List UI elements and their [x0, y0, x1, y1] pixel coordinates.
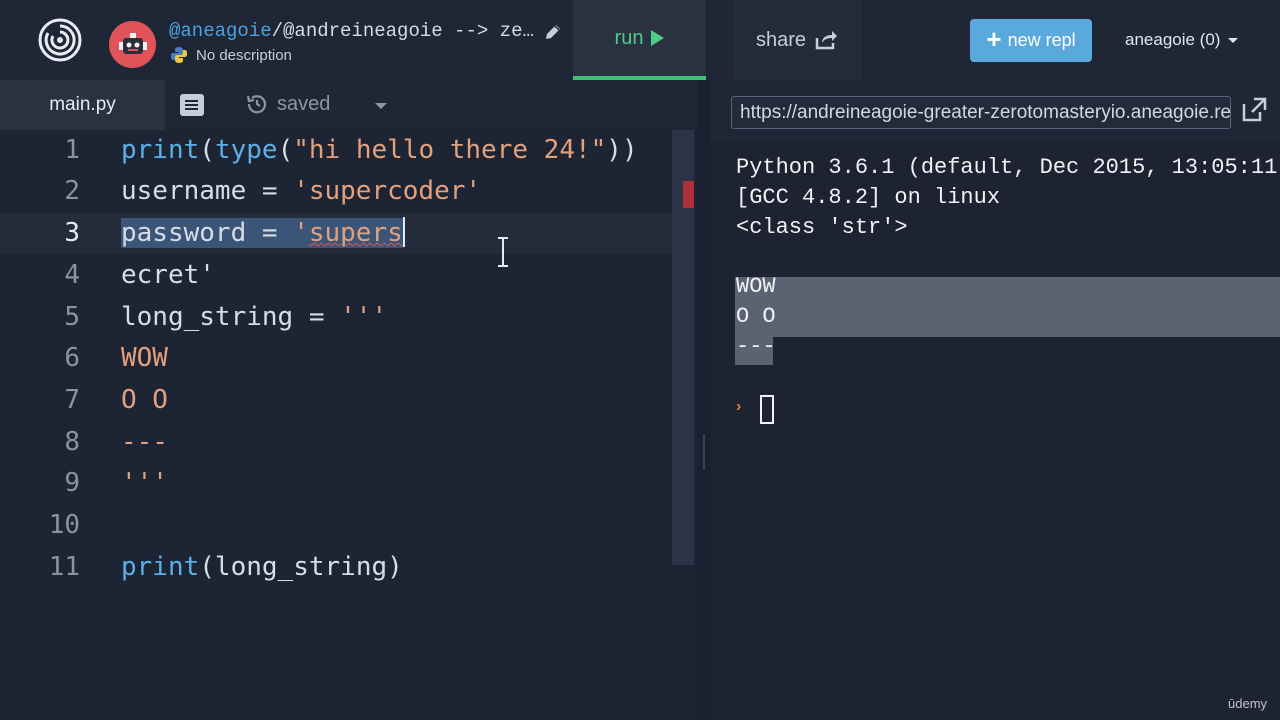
code-line-3[interactable]: 3 password = 'supers — [0, 213, 672, 254]
code-token: ecret' — [121, 260, 215, 290]
user-menu[interactable]: aneagoie (0) — [1125, 30, 1239, 50]
line-number: 6 — [64, 343, 80, 373]
repl-avatar[interactable] — [109, 21, 156, 68]
open-external-icon[interactable] — [1240, 96, 1268, 124]
repl-description[interactable]: No description — [170, 46, 292, 64]
line-number: 11 — [48, 552, 80, 582]
output-selection — [735, 307, 1280, 337]
code-line-8[interactable]: 8 --- — [0, 422, 672, 463]
console-line: Python 3.6.1 (default, Dec 2015, 13:05:1… — [736, 155, 1280, 180]
play-icon — [651, 30, 665, 46]
code-token: "hi hello there 24!" — [293, 135, 607, 165]
code-token: ''' — [340, 302, 388, 332]
code-token: type — [214, 135, 278, 165]
code-token: password = — [121, 218, 294, 248]
run-label: run — [614, 26, 644, 49]
share-label: share — [755, 28, 807, 51]
code-line-7[interactable]: 7 O O — [0, 380, 672, 421]
line-number: 7 — [64, 385, 80, 415]
new-repl-label: new repl — [1007, 30, 1076, 50]
new-repl-button[interactable]: + new repl — [970, 19, 1092, 62]
code-token: --- — [121, 427, 168, 457]
console-line: <class 'str'> — [736, 215, 908, 240]
chevron-down-icon — [1228, 37, 1239, 43]
code-line-6[interactable]: 6 WOW — [0, 338, 672, 379]
share-icon — [815, 31, 838, 50]
replit-logo-icon[interactable] — [38, 18, 82, 62]
repl-url-field[interactable]: https://andreineagoie-greater-zerotomast… — [731, 96, 1231, 129]
username-label: aneagoie (0) — [1125, 30, 1221, 49]
line-number: 1 — [64, 135, 80, 165]
share-button[interactable]: share — [733, 0, 861, 80]
console-line: --- — [736, 334, 776, 359]
code-line-2[interactable]: 2 username = 'supercoder' — [0, 171, 672, 212]
line-number: 3 — [64, 218, 80, 248]
python-icon — [171, 47, 187, 63]
line-number: 5 — [64, 302, 80, 332]
console-input-cursor[interactable] — [760, 395, 774, 424]
output-selection — [735, 277, 1280, 307]
description-text: No description — [196, 46, 292, 64]
console-line: O O — [736, 304, 776, 329]
code-token: )) — [606, 135, 638, 165]
code-token: ( — [277, 135, 294, 165]
pane-divider[interactable] — [697, 80, 711, 720]
line-number: 9 — [64, 468, 80, 498]
console-line: WOW — [736, 274, 776, 299]
repl-name: /@andreineagoie --> ze… — [271, 20, 534, 42]
code-token: 'supercoder' — [293, 176, 482, 206]
code-token: long_string = — [121, 302, 341, 332]
code-line-11[interactable]: 11 print(long_string) — [0, 547, 672, 588]
robot-icon — [118, 32, 147, 54]
code-token: ( — [199, 135, 215, 165]
run-button[interactable]: run — [573, 0, 706, 80]
plus-icon: + — [986, 24, 1002, 54]
selected-text: password = 'supers — [121, 218, 403, 248]
history-icon — [246, 95, 267, 114]
line-number: 2 — [64, 176, 80, 206]
files-list-icon[interactable] — [180, 94, 204, 116]
code-line-4[interactable]: 4 ecret' — [0, 255, 672, 296]
repl-owner-link[interactable]: @aneagoie — [169, 20, 272, 42]
udemy-watermark: ūdemy — [1228, 696, 1268, 711]
line-number: 4 — [64, 260, 80, 290]
code-token: (long_string) — [199, 552, 403, 582]
ibeam-cursor-icon — [498, 237, 508, 267]
line-number: 8 — [64, 427, 80, 457]
code-line-5[interactable]: 5 long_string = ''' — [0, 297, 672, 338]
repl-title[interactable]: @aneagoie/@andreineagoie --> ze… — [169, 20, 534, 42]
scrollbar-error-marker — [683, 181, 694, 208]
code-token: O O — [121, 385, 168, 415]
prompt-arrow-icon: › — [736, 398, 742, 415]
code-token: WOW — [121, 343, 168, 373]
saved-label: saved — [277, 92, 331, 115]
code-line-10[interactable]: 10 — [0, 505, 672, 546]
code-token: print — [121, 135, 200, 165]
tab-main-py[interactable]: main.py — [0, 80, 165, 130]
text-cursor — [402, 216, 405, 247]
file-tab-label: main.py — [49, 94, 116, 115]
code-line-1[interactable]: 1 print(type("hi hello there 24!")) — [0, 130, 672, 171]
code-token: supers — [308, 218, 403, 248]
code-token: username = — [121, 176, 294, 206]
code-token: ''' — [121, 468, 168, 498]
code-token: ' — [293, 218, 309, 248]
resize-handle[interactable] — [703, 434, 705, 470]
code-line-9[interactable]: 9 ''' — [0, 463, 672, 504]
chevron-down-icon[interactable] — [375, 103, 387, 109]
code-token: print — [121, 552, 200, 582]
pencil-edit-icon[interactable] — [543, 22, 563, 42]
line-number: 10 — [48, 510, 80, 540]
save-status[interactable]: saved — [245, 92, 330, 116]
console-line: [GCC 4.8.2] on linux — [736, 185, 1001, 210]
